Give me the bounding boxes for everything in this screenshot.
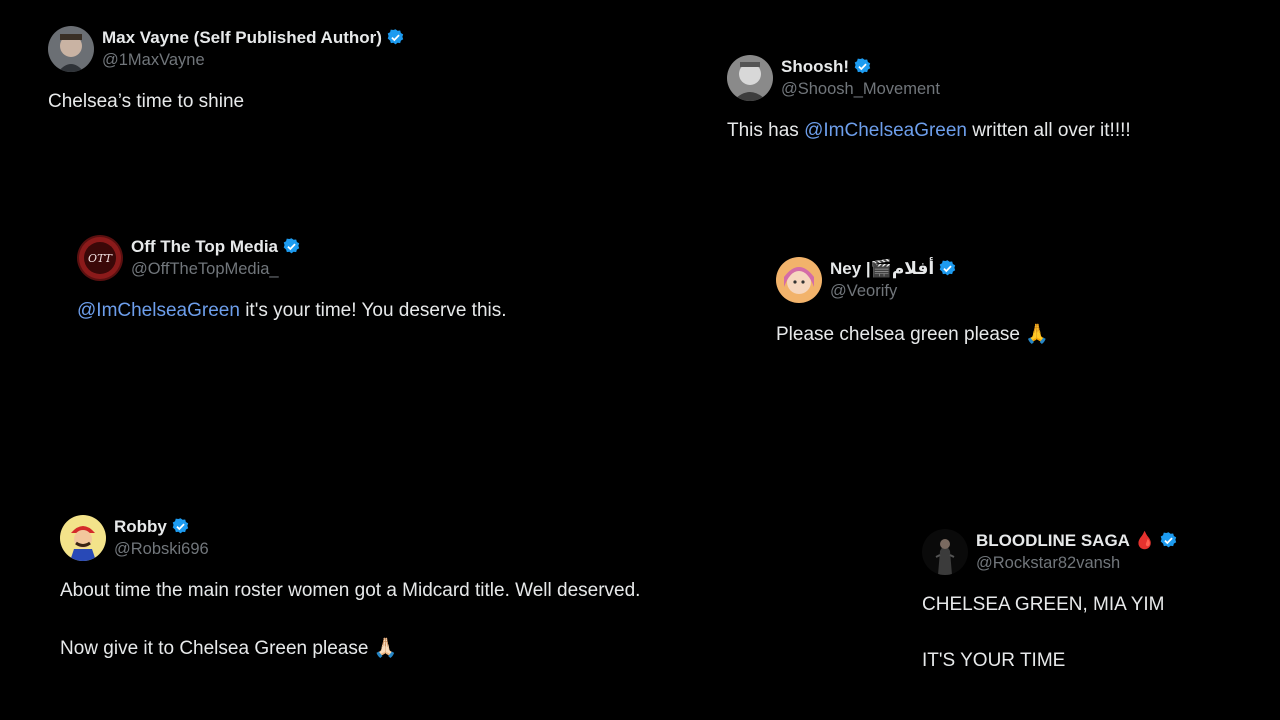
tweet-text: @ImChelseaGreen it's your time! You dese… bbox=[77, 300, 507, 321]
user-handle[interactable]: @Rockstar82vansh bbox=[976, 552, 1178, 575]
tweet-text: This has @ImChelseaGreen written all ove… bbox=[727, 120, 1131, 141]
tweet-text: CHELSEA GREEN, MIA YIM IT'S YOUR TIME bbox=[922, 594, 1165, 671]
tweet-text: About time the main roster women got a M… bbox=[60, 580, 641, 659]
verified-badge-icon bbox=[283, 238, 300, 254]
verified-badge-icon bbox=[387, 29, 404, 45]
tweet-bloodline-saga: BLOODLINE SAGA 🩸 @Rockstar82vansh CHELSE… bbox=[922, 529, 1178, 672]
display-name[interactable]: BLOODLINE SAGA 🩸 bbox=[976, 529, 1178, 552]
verified-badge-icon bbox=[854, 58, 871, 74]
user-handle[interactable]: @Shoosh_Movement bbox=[781, 78, 940, 101]
avatar[interactable] bbox=[727, 55, 773, 101]
avatar[interactable]: OTT bbox=[77, 235, 123, 281]
user-handle[interactable]: @1MaxVayne bbox=[102, 49, 405, 72]
mention-link[interactable]: @ImChelseaGreen bbox=[804, 120, 967, 141]
tweet-text: Please chelsea green please 🙏 bbox=[776, 324, 1049, 345]
mention-link[interactable]: @ImChelseaGreen bbox=[77, 300, 240, 321]
tweet-robby: Robby @Robski696 About time the main ros… bbox=[60, 515, 640, 660]
user-handle[interactable]: @Robski696 bbox=[114, 538, 209, 561]
user-handle[interactable]: @OffTheTopMedia_ bbox=[131, 258, 301, 281]
display-name[interactable]: Shoosh! bbox=[781, 55, 940, 78]
verified-badge-icon bbox=[1160, 532, 1177, 548]
tweet-off-the-top-media: OTT Off The Top Media @OffTheTopMedia_ @… bbox=[77, 235, 507, 322]
avatar[interactable] bbox=[48, 26, 94, 72]
verified-badge-icon bbox=[939, 260, 956, 276]
verified-badge-icon bbox=[172, 518, 189, 534]
avatar[interactable] bbox=[60, 515, 106, 561]
avatar[interactable] bbox=[922, 529, 968, 575]
avatar[interactable] bbox=[776, 257, 822, 303]
svg-text:OTT: OTT bbox=[88, 252, 114, 265]
tweet-text: Chelsea’s time to shine bbox=[48, 91, 245, 112]
display-name[interactable]: Robby bbox=[114, 515, 209, 538]
tweet-shoosh: Shoosh! @Shoosh_Movement This has @ImChe… bbox=[727, 55, 1131, 142]
tweet-max-vayne: Max Vayne (Self Published Author) @1MaxV… bbox=[48, 26, 405, 113]
user-handle[interactable]: @Veorify bbox=[830, 280, 957, 303]
display-name[interactable]: Ney |🎬أفلام bbox=[830, 257, 957, 280]
display-name[interactable]: Off The Top Media bbox=[131, 235, 301, 258]
display-name[interactable]: Max Vayne (Self Published Author) bbox=[102, 26, 405, 49]
tweet-ney: Ney |🎬أفلام @Veorify Please chelsea gree… bbox=[776, 257, 1049, 346]
